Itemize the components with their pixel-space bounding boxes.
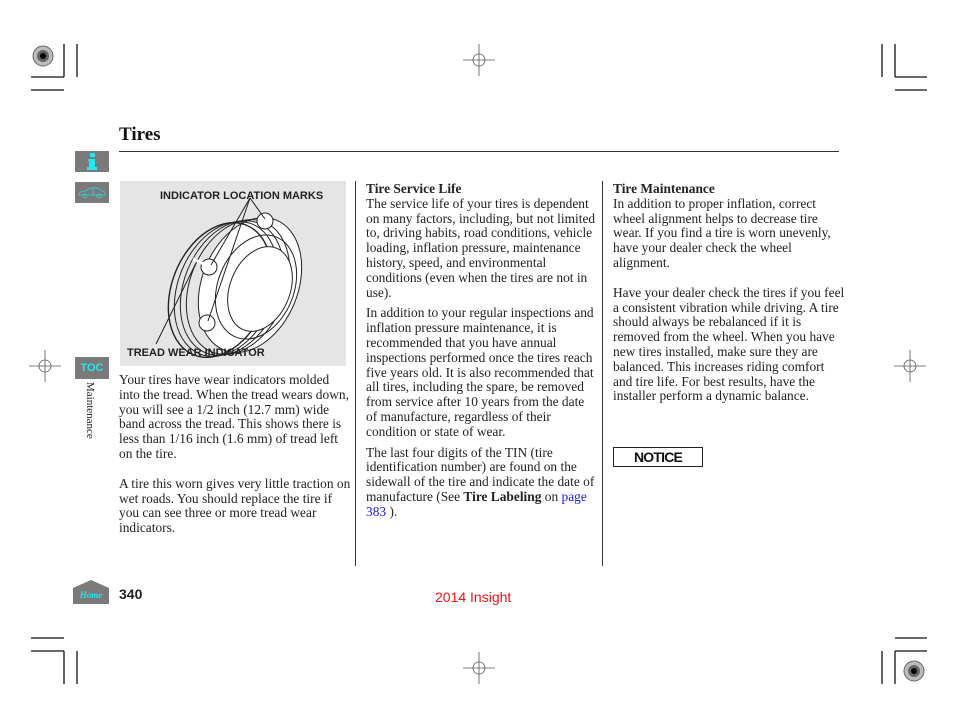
registration-target-right <box>894 350 926 382</box>
tin-close-text: ). <box>386 503 398 519</box>
column-divider-1 <box>355 181 356 566</box>
column-tire-service-life: Tire Service Life The service life of yo… <box>366 181 598 520</box>
starburst-target-bottom-right <box>903 660 925 682</box>
tin-on-text: on <box>541 488 562 504</box>
home-button[interactable]: Home <box>73 580 109 604</box>
page-number: 340 <box>119 586 143 602</box>
car-icon <box>78 187 106 198</box>
tire-illustration: INDICATOR LOCATION MARKS TREAD WEAR INDI… <box>120 181 346 366</box>
balancing-paragraph: Have your dealer check the tires if you … <box>613 284 845 404</box>
column-divider-2 <box>602 181 603 566</box>
footer-title: 2014 Insight <box>435 589 512 605</box>
tire-service-life-heading: Tire Service Life <box>366 181 462 196</box>
column-tire-maintenance: Tire Maintenance In addition to proper i… <box>613 181 845 404</box>
section-label: Maintenance <box>84 382 96 439</box>
toc-button[interactable]: TOC <box>75 357 109 379</box>
worn-tire-paragraph: A tire this worn gives very little tract… <box>119 475 351 536</box>
tin-paragraph: The last four digits of the TIN (tire id… <box>366 445 598 520</box>
tire-maintenance-heading: Tire Maintenance <box>613 181 715 196</box>
page-title: Tires <box>119 124 161 145</box>
tire-labeling-ref: Tire Labeling <box>463 488 542 504</box>
notice-label: NOTICE <box>613 447 703 467</box>
figure-label-tread-wear: TREAD WEAR INDICATOR <box>127 347 265 359</box>
registration-target-left <box>29 350 61 382</box>
service-life-paragraph: The service life of your tires is depend… <box>366 195 596 300</box>
alignment-paragraph: In addition to proper inflation, correct… <box>613 195 831 270</box>
info-icon <box>87 152 97 170</box>
home-icon: Home <box>73 580 109 604</box>
starburst-target-top-left <box>32 45 54 67</box>
vehicle-index-button[interactable] <box>75 182 109 203</box>
title-divider <box>119 151 839 152</box>
registration-target-top <box>463 44 495 76</box>
registration-target-bottom <box>463 652 495 684</box>
home-label: Home <box>79 590 103 600</box>
annual-inspection-paragraph: In addition to your regular inspections … <box>366 305 594 439</box>
info-button[interactable] <box>75 151 109 172</box>
column-wear-indicators: Your tires have wear indicators molded i… <box>119 372 351 536</box>
tire-drawing <box>155 197 303 359</box>
wear-indicator-paragraph: Your tires have wear indicators molded i… <box>119 372 349 461</box>
